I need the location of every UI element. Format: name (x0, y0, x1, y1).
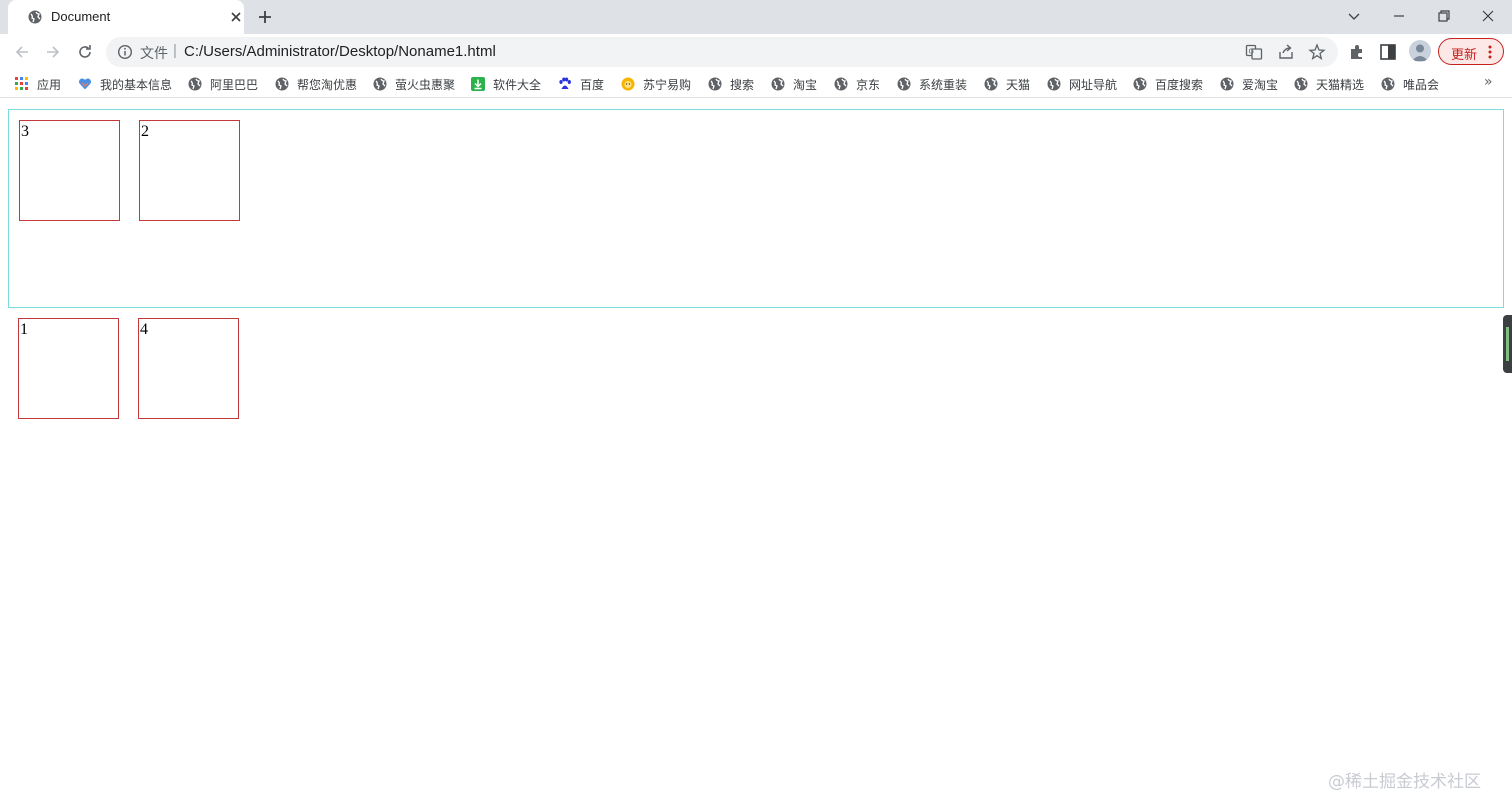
globe-icon (1047, 77, 1061, 91)
more-vert-icon (1488, 45, 1492, 59)
bookmark-label: 京东 (856, 77, 881, 92)
scroll-handle-indicator (1506, 327, 1509, 361)
box-number: 1 (20, 321, 28, 338)
browser-toolbar: 文件 | C:/Users/Administrator/Desktop/Nona… (0, 34, 1512, 70)
bookmark-tmall[interactable]: 天猫 (984, 75, 1030, 93)
globe-icon (275, 77, 289, 91)
file-chip: 文件 (140, 45, 168, 61)
bookmark-vip[interactable]: 唯品会 (1381, 75, 1439, 93)
bookmark-label: 淘宝 (793, 77, 818, 92)
back-arrow-icon[interactable] (12, 42, 32, 62)
globe-icon (834, 77, 848, 91)
outside-box: 4 (138, 318, 239, 419)
extensions-puzzle-icon[interactable] (1347, 42, 1367, 62)
globe-icon (897, 77, 911, 91)
restore-icon[interactable] (1434, 6, 1454, 26)
share-icon[interactable] (1277, 43, 1295, 61)
forward-arrow-icon[interactable] (43, 42, 63, 62)
bookmark-label: 系统重装 (919, 77, 968, 92)
bookmark-label: 百度 (580, 77, 605, 92)
outside-box: 1 (18, 318, 119, 419)
bookmark-label: 天猫精选 (1316, 77, 1365, 92)
update-button[interactable]: 更新 (1438, 38, 1504, 65)
star-icon[interactable] (1308, 43, 1326, 61)
bookmark-label: 天猫 (1006, 77, 1031, 92)
float-container: 3 2 (8, 109, 1504, 308)
bookmark-label: 软件大全 (493, 77, 542, 92)
tab-title: Document (51, 9, 111, 24)
globe-icon (188, 77, 202, 91)
bookmark-baidu[interactable]: 百度 (558, 75, 604, 93)
bookmark-nav[interactable]: 网址导航 (1047, 75, 1117, 93)
heart-icon (78, 78, 92, 90)
bookmark-apps[interactable]: 应用 (15, 75, 61, 93)
side-panel-icon[interactable] (1378, 42, 1398, 62)
bookmark-jd[interactable]: 京东 (834, 75, 880, 93)
bookmark-reinstall[interactable]: 系统重装 (897, 75, 967, 93)
translate-icon[interactable]: G (1245, 43, 1263, 61)
globe-icon (1294, 77, 1308, 91)
float-box: 3 (19, 120, 120, 221)
bookmark-aitaobao[interactable]: 爱淘宝 (1220, 75, 1278, 93)
page-viewport: 3 2 1 4 @稀土掘金技术社区 (0, 99, 1512, 811)
bookmark-label: 唯品会 (1403, 77, 1440, 92)
bookmark-label: 网址导航 (1069, 77, 1118, 92)
bookmark-software[interactable]: 软件大全 (471, 75, 541, 93)
avatar[interactable] (1409, 40, 1431, 62)
url-text[interactable]: C:/Users/Administrator/Desktop/Noname1.h… (184, 43, 496, 60)
apps-grid-icon (15, 77, 28, 90)
bookmark-label: 应用 (37, 77, 62, 92)
minimize-icon[interactable] (1389, 6, 1409, 26)
globe-icon (1133, 77, 1147, 91)
address-bar[interactable]: 文件 | C:/Users/Administrator/Desktop/Nona… (106, 37, 1338, 67)
float-box: 2 (139, 120, 240, 221)
address-separator: | (173, 42, 177, 59)
tab-strip: Document (0, 0, 1512, 34)
bookmark-baidu-search[interactable]: 百度搜索 (1133, 75, 1203, 93)
update-label: 更新 (1451, 48, 1478, 63)
bookmark-tmall-select[interactable]: 天猫精选 (1294, 75, 1364, 93)
bookmark-label: 阿里巴巴 (210, 77, 259, 92)
download-icon (471, 77, 485, 91)
box-number: 3 (21, 123, 29, 140)
suning-lion-icon (621, 77, 635, 91)
user-icon (1412, 44, 1428, 61)
bookmark-label: 百度搜索 (1155, 77, 1204, 92)
bookmark-label: 帮您淘优惠 (297, 77, 358, 92)
bookmark-label: 苏宁易购 (643, 77, 692, 92)
globe-icon (708, 77, 722, 91)
bookmark-suning[interactable]: 苏宁易购 (621, 75, 691, 93)
globe-icon (1381, 77, 1395, 91)
bookmark-label: 爱淘宝 (1242, 77, 1279, 92)
svg-text:G: G (1249, 48, 1254, 56)
info-icon[interactable] (117, 44, 133, 60)
chevron-down-icon[interactable] (1344, 6, 1364, 26)
globe-icon (373, 77, 387, 91)
bookmark-label: 我的基本信息 (100, 77, 173, 92)
globe-icon (984, 77, 998, 91)
tab-document[interactable]: Document (8, 0, 244, 34)
bookmark-taoyouhui[interactable]: 帮您淘优惠 (275, 75, 357, 93)
bookmarks-overflow-button[interactable]: » (1484, 74, 1493, 90)
globe-icon (771, 77, 785, 91)
bookmark-search[interactable]: 搜索 (708, 75, 754, 93)
bookmark-label: 萤火虫惠聚 (395, 77, 456, 92)
box-number: 4 (140, 321, 148, 338)
bookmark-taobao[interactable]: 淘宝 (771, 75, 817, 93)
new-tab-icon[interactable] (256, 8, 274, 26)
window-close-icon[interactable] (1478, 6, 1498, 26)
globe-icon (28, 10, 42, 24)
bookmarks-bar: 应用 我的基本信息 阿里巴巴 帮您淘优惠 萤火虫惠聚 软件大全 百度 苏宁易购 … (0, 70, 1512, 98)
side-scroll-handle[interactable] (1503, 315, 1512, 373)
box-number: 2 (141, 123, 149, 140)
baidu-paw-icon (559, 77, 571, 89)
watermark: @稀土掘金技术社区 (1328, 772, 1481, 792)
globe-icon (1220, 77, 1234, 91)
bookmark-alibaba[interactable]: 阿里巴巴 (188, 75, 258, 93)
bookmark-label: 搜索 (730, 77, 755, 92)
bookmark-yinghuochong[interactable]: 萤火虫惠聚 (373, 75, 455, 93)
reload-icon[interactable] (75, 42, 95, 62)
bookmark-my-info[interactable]: 我的基本信息 (78, 75, 172, 93)
close-icon[interactable] (228, 9, 244, 25)
